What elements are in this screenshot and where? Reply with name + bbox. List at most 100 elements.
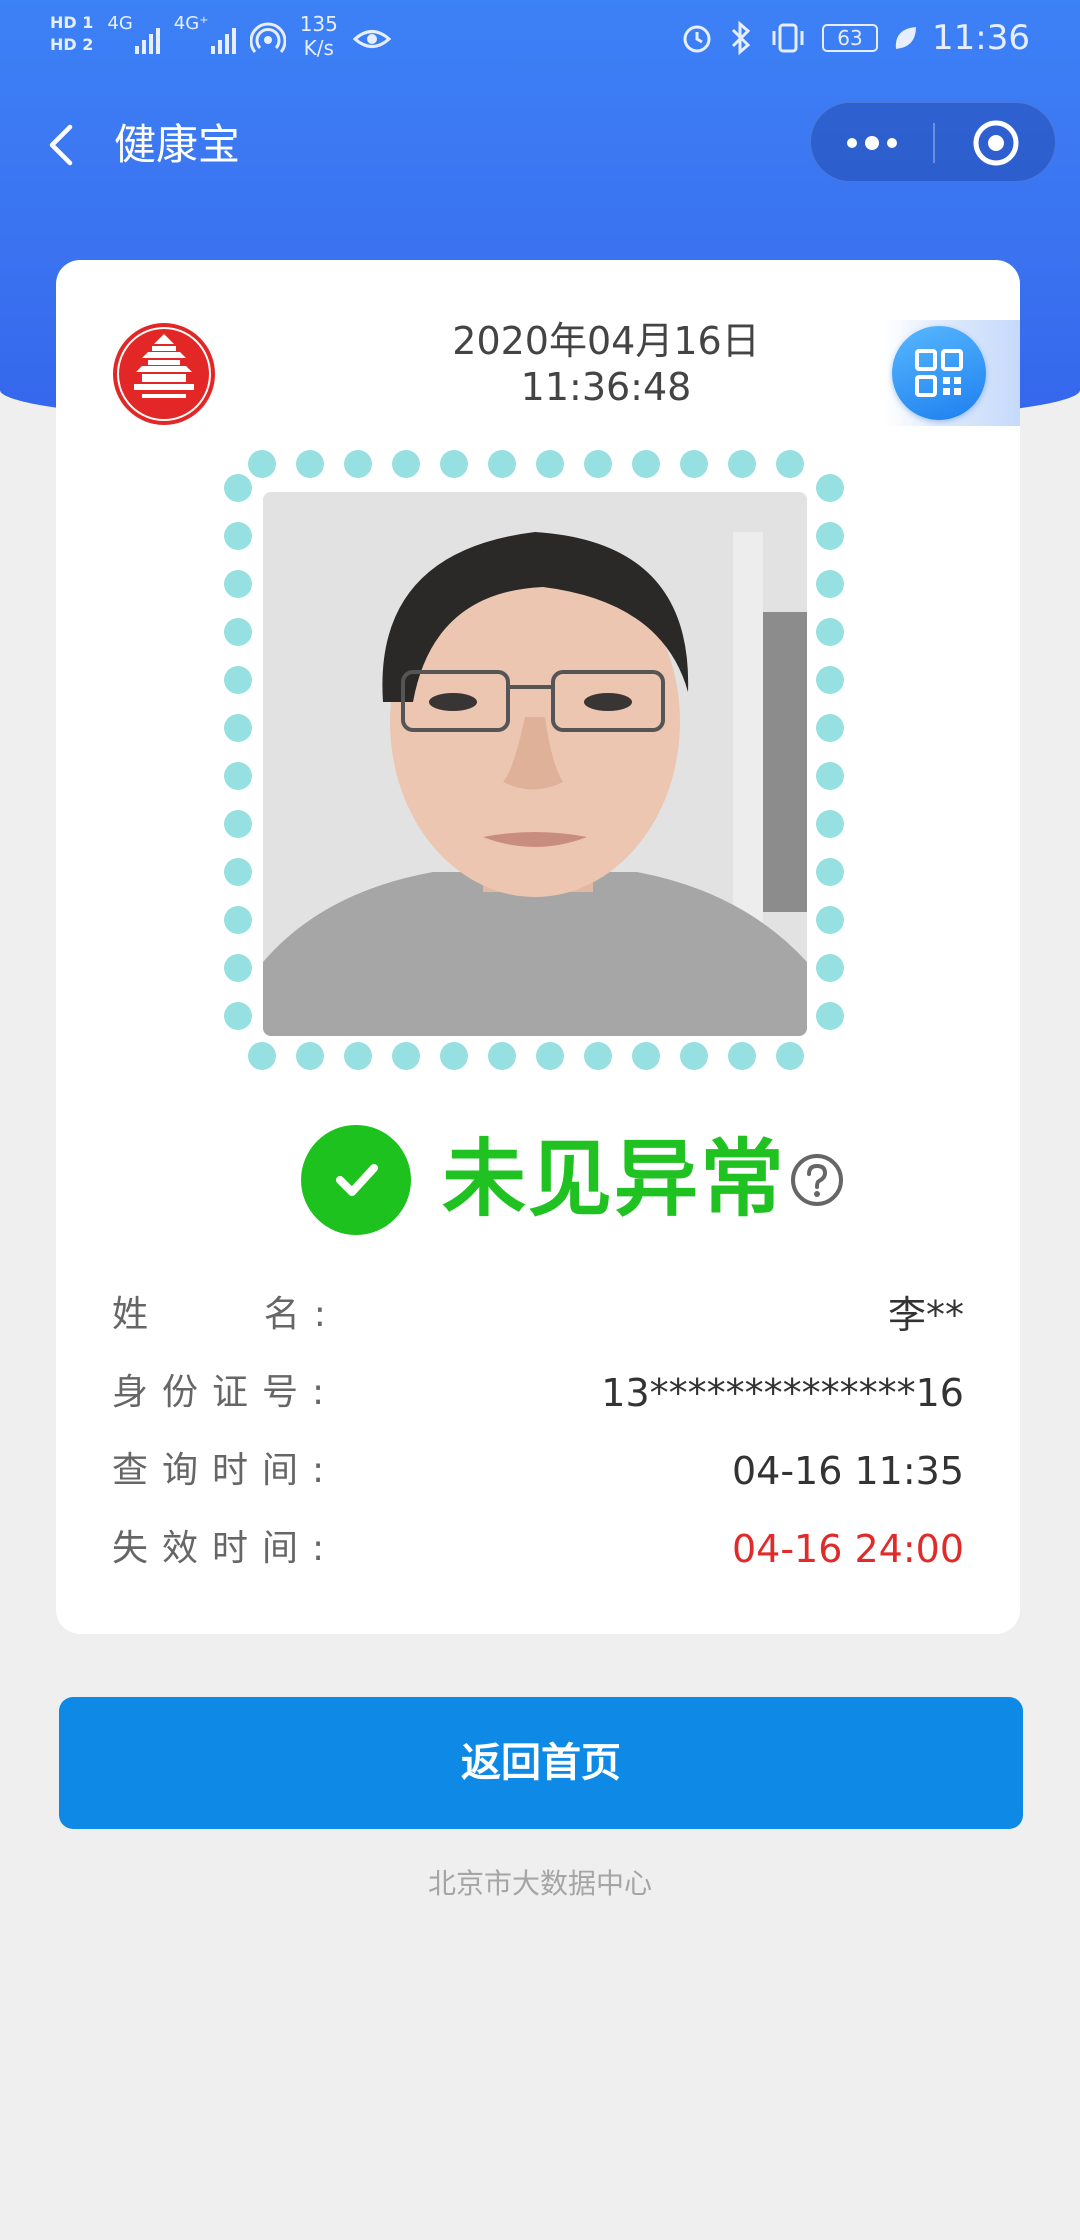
miniprogram-capsule: [810, 102, 1056, 182]
back-button[interactable]: [34, 115, 94, 175]
frame-dot: [248, 1042, 276, 1070]
frame-dot: [224, 1002, 252, 1030]
leaf-icon: [895, 27, 917, 49]
frame-dot: [488, 1042, 516, 1070]
name-value: 李**: [887, 1293, 964, 1337]
status-text: 未见异常: [442, 1130, 787, 1228]
frame-dot: [632, 1042, 660, 1070]
frame-dot: [632, 450, 660, 478]
check-icon: [336, 1164, 378, 1196]
frame-dot: [816, 618, 844, 646]
frame-dot: [224, 714, 252, 742]
hd-indicators: HD 1 HD 2: [50, 12, 93, 56]
frame-dot: [776, 1042, 804, 1070]
signal-bars-icon: [210, 24, 236, 54]
current-date: 2020年04月16日: [452, 319, 760, 363]
signal-2: 4G⁺: [174, 12, 236, 54]
timestamp-block: 2020年04月16日 11:36:48: [306, 318, 906, 410]
frame-dot: [816, 858, 844, 886]
health-code-card: 2020年04月16日 11:36:48 未见异常 姓 名: 李** 身份证号:…: [56, 260, 1020, 1634]
frame-dot: [816, 666, 844, 694]
name-label: 姓 名:: [112, 1294, 340, 1335]
status-bar-right: 63 11:36: [680, 18, 1030, 58]
current-time: 11:36:48: [520, 365, 692, 409]
frame-dot: [224, 570, 252, 598]
page-title: 健康宝: [114, 120, 241, 169]
frame-dot: [816, 522, 844, 550]
signal-bars-icon: [134, 24, 160, 54]
portrait-image: [263, 492, 807, 1036]
more-dots-icon: [847, 136, 897, 150]
info-row-id: 身份证号: 13**************16: [112, 1363, 964, 1423]
return-home-button[interactable]: 返回首页: [59, 1697, 1023, 1829]
eye-icon: [352, 30, 392, 48]
frame-dot: [392, 1042, 420, 1070]
expiry-time-value: 04-16 24:00: [731, 1527, 964, 1571]
beijing-health-logo-icon: [113, 323, 215, 425]
frame-dot: [224, 618, 252, 646]
bluetooth-icon: [731, 20, 751, 56]
status-bar-left: HD 1 HD 2 4G 4G⁺ 135 K/s: [50, 12, 392, 60]
frame-dot: [224, 522, 252, 550]
more-button[interactable]: [811, 103, 933, 183]
info-row-name: 姓 名: 李**: [112, 1285, 964, 1345]
vibrate-icon: [772, 23, 804, 53]
frame-dot: [344, 1042, 372, 1070]
frame-dot: [344, 450, 372, 478]
chevron-left-icon: [49, 124, 73, 166]
frame-dot: [488, 450, 516, 478]
frame-dot: [816, 810, 844, 838]
expiry-time-label: 失效时间:: [112, 1528, 339, 1569]
frame-dot: [248, 450, 276, 478]
user-photo: [263, 492, 807, 1036]
info-row-query-time: 查询时间: 04-16 11:35: [112, 1441, 964, 1501]
frame-dot: [816, 570, 844, 598]
status-check-badge: [301, 1125, 411, 1235]
speed-value: 135: [299, 12, 338, 36]
alarm-icon: [683, 25, 711, 53]
close-miniprogram-button[interactable]: [935, 103, 1057, 183]
footer-org: 北京市大数据中心: [427, 1867, 652, 1900]
frame-dot: [296, 1042, 324, 1070]
frame-dot: [816, 714, 844, 742]
frame-dot: [440, 450, 468, 478]
frame-dot: [680, 1042, 708, 1070]
frame-dot: [224, 762, 252, 790]
frame-dot: [392, 450, 420, 478]
frame-dot: [816, 762, 844, 790]
qr-code-icon: [915, 349, 963, 397]
status-bar: HD 1 HD 2 4G 4G⁺ 135 K/s 63 11:36: [0, 0, 1080, 80]
frame-dot: [224, 474, 252, 502]
frame-dot: [680, 450, 708, 478]
frame-dot: [224, 954, 252, 982]
frame-dot: [536, 450, 564, 478]
frame-dot: [584, 450, 612, 478]
frame-dot: [816, 474, 844, 502]
frame-dot: [728, 1042, 756, 1070]
hd-indicator-2: HD 2: [50, 35, 94, 54]
speed-unit: K/s: [303, 36, 334, 60]
frame-dot: [296, 450, 324, 478]
frame-dot: [224, 810, 252, 838]
question-circle-icon: [791, 1154, 843, 1206]
network-type-1: 4G: [107, 13, 133, 34]
help-button[interactable]: [789, 1152, 845, 1208]
frame-dot: [728, 450, 756, 478]
target-close-icon: [973, 120, 1019, 166]
signal-1: 4G: [107, 12, 160, 54]
info-row-expiry: 失效时间: 04-16 24:00: [112, 1519, 964, 1579]
health-status: 未见异常: [56, 1120, 1020, 1240]
frame-dot: [816, 906, 844, 934]
frame-dot: [440, 1042, 468, 1070]
frame-dot: [776, 450, 804, 478]
qr-code-button[interactable]: [892, 326, 986, 420]
id-number-label: 身份证号:: [112, 1372, 339, 1413]
frame-dot: [584, 1042, 612, 1070]
id-number-value: 13**************16: [601, 1371, 964, 1415]
hotspot-icon: [249, 22, 286, 53]
nav-bar: 健康宝: [0, 100, 1080, 190]
frame-dot: [224, 666, 252, 694]
query-time-value: 04-16 11:35: [731, 1449, 964, 1493]
battery-indicator: 63: [822, 24, 879, 52]
clock: 11:36: [932, 18, 1030, 58]
